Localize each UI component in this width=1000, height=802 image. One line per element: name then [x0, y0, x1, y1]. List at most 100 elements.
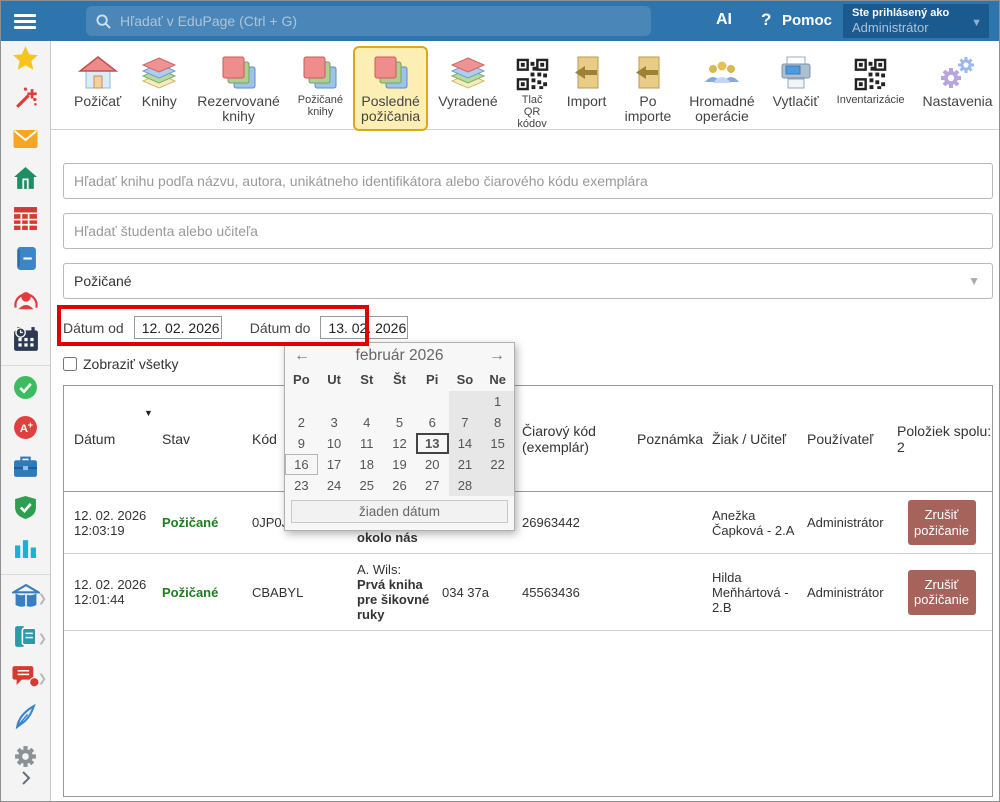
status-filter-select[interactable]: Požičané ▼ — [63, 263, 993, 299]
qr-icon — [516, 51, 549, 91]
toolbar-item-pozicat[interactable]: Požičať — [66, 46, 129, 115]
ai-button[interactable]: AI — [716, 11, 732, 29]
cancel-loan-button[interactable]: Zrušiť požičanie — [908, 570, 976, 615]
calendar-day-header: Ut — [318, 369, 351, 391]
sidebar-item-agenda[interactable] — [1, 450, 50, 490]
calendar-day-cell[interactable]: 12 — [383, 433, 416, 454]
toolbar-item-inventarizacie[interactable]: Inventarizácie — [829, 46, 913, 112]
toolbar-item-posledne-pozicania[interactable]: Posledné požičania — [353, 46, 428, 131]
sidebar-item-notebook[interactable] — [1, 241, 50, 281]
calendar-day-cell[interactable]: 2 — [285, 412, 318, 433]
toolbar-item-pozicane-knihy[interactable]: Požičané knihy — [290, 46, 351, 124]
gears-icon — [938, 51, 978, 91]
calendar-day-cell[interactable]: 1 — [481, 391, 514, 412]
column-header[interactable]: Stav — [152, 431, 242, 447]
calendar-day-cell[interactable]: 16 — [285, 454, 318, 475]
sidebar-item-attendance[interactable] — [1, 370, 50, 410]
calendar-week-row: 16171819202122 — [285, 454, 514, 475]
calendar-day-cell[interactable]: 14 — [449, 433, 482, 454]
calendar-day-cell[interactable]: 4 — [350, 412, 383, 433]
sidebar-item-documents[interactable]: ❯ — [1, 619, 50, 659]
calendar-day-cell[interactable]: 23 — [285, 475, 318, 496]
calendar-day-cell[interactable]: 20 — [416, 454, 449, 475]
calendar-day-cell[interactable]: 17 — [318, 454, 351, 475]
calendar-day-cell[interactable]: 8 — [481, 412, 514, 433]
calendar-day-cell[interactable]: 7 — [449, 412, 482, 433]
sidebar-item-statistics[interactable] — [1, 530, 50, 570]
documents-icon — [13, 624, 38, 654]
calendar-empty-cell — [350, 391, 383, 412]
calendar-prev-month-icon[interactable]: ← — [294, 347, 312, 365]
sidebar-item-profile[interactable] — [1, 281, 50, 321]
calendar-day-cell[interactable]: 25 — [350, 475, 383, 496]
calendar-day-cell[interactable]: 6 — [416, 412, 449, 433]
sidebar-item-home[interactable] — [1, 161, 50, 201]
magic-wand-icon — [13, 86, 38, 116]
toolbar-item-import[interactable]: Import — [559, 46, 615, 115]
toolbar-item-label: Import — [567, 94, 607, 109]
book-author: A. Wils: — [357, 562, 401, 577]
calendar-day-cell[interactable]: 28 — [449, 475, 482, 496]
barcode-cell: 45563436 — [512, 585, 627, 600]
calendar-day-cell[interactable]: 26 — [383, 475, 416, 496]
calendar-day-cell[interactable]: 13 — [416, 433, 449, 454]
calendar-day-cell[interactable]: 22 — [481, 454, 514, 475]
toolbar-item-nastavenia[interactable]: Nastavenia — [915, 46, 1000, 115]
calendar-day-cell[interactable]: 21 — [449, 454, 482, 475]
sidebar-item-mail[interactable] — [1, 121, 50, 161]
toolbar-item-vyradene[interactable]: Vyradené — [430, 46, 505, 115]
sidebar-item-messages[interactable]: ❯ — [1, 659, 50, 699]
sidebar-item-exams[interactable] — [1, 699, 50, 739]
sidebar-item-star[interactable] — [1, 41, 50, 81]
calendar-day-cell[interactable]: 5 — [383, 412, 416, 433]
calendar-clock-icon — [13, 326, 39, 357]
calendar-week-row: 232425262728 — [285, 475, 514, 496]
sidebar-item-timetable[interactable] — [1, 201, 50, 241]
calendar-next-month-icon[interactable]: → — [487, 347, 505, 365]
toolbar-item-hromadne-operacie[interactable]: Hromadné operácie — [681, 46, 762, 131]
barcode-cell: 26963442 — [512, 515, 627, 530]
sidebar-item-grades[interactable]: A+ — [1, 410, 50, 450]
help-button[interactable]: Pomoc — [782, 12, 832, 29]
toolbar-item-tlac-qr-kodov[interactable]: Tlač QR kódov — [508, 46, 557, 136]
table-header-row: Dátum▼StavKódČiarový kód (exemplár)Pozná… — [64, 386, 992, 492]
import-icon — [567, 51, 607, 91]
calendar-day-cell[interactable]: 19 — [383, 454, 416, 475]
date-to-input[interactable] — [320, 316, 408, 339]
student-search-input[interactable] — [63, 213, 993, 249]
calendar-no-date-button[interactable]: žiaden dátum — [291, 500, 508, 523]
sort-descending-icon[interactable]: ▼ — [144, 408, 153, 418]
sidebar: A+❯❯❯ — [1, 41, 51, 801]
global-search-input[interactable]: Hľadať v EduPage (Ctrl + G) — [86, 6, 651, 36]
column-header[interactable]: Dátum▼ — [64, 431, 152, 447]
logged-in-user-menu[interactable]: Ste prihlásený ako Administrátor ▼ — [843, 4, 989, 38]
calendar-day-cell[interactable]: 10 — [318, 433, 351, 454]
hamburger-menu-icon[interactable] — [14, 11, 38, 31]
sidebar-item-magic-wand[interactable] — [1, 81, 50, 121]
calendar-day-cell[interactable]: 3 — [318, 412, 351, 433]
sidebar-item-security[interactable] — [1, 490, 50, 530]
calendar-day-cell[interactable]: 24 — [318, 475, 351, 496]
sidebar-item-library[interactable]: ❯ — [1, 579, 50, 619]
help-icon[interactable]: ? — [761, 10, 771, 30]
loan-date-cell: 12. 02. 2026 12:01:44 — [64, 577, 152, 607]
book-stack-icon — [139, 51, 179, 91]
calendar-day-cell[interactable]: 9 — [285, 433, 318, 454]
date-from-input[interactable] — [134, 316, 222, 339]
toolbar-item-knihy[interactable]: Knihy — [131, 46, 187, 115]
toolbar-item-po-importe[interactable]: Po importe — [617, 46, 680, 131]
book-search-input[interactable] — [63, 163, 993, 199]
sidebar-item-calendar[interactable] — [1, 321, 50, 361]
squares-icon — [300, 51, 340, 91]
cancel-loan-button[interactable]: Zrušiť požičanie — [908, 500, 976, 545]
calendar-day-cell[interactable]: 11 — [350, 433, 383, 454]
calendar-day-header: So — [449, 369, 482, 391]
toolbar-item-vytlacit[interactable]: Vytlačiť — [765, 46, 827, 115]
sidebar-collapse-button[interactable] — [1, 763, 50, 793]
quill-icon — [13, 704, 38, 734]
toolbar-item-rezervovane-knihy[interactable]: Rezervované knihy — [189, 46, 288, 131]
calendar-day-cell[interactable]: 27 — [416, 475, 449, 496]
calendar-day-cell[interactable]: 15 — [481, 433, 514, 454]
show-all-checkbox[interactable] — [63, 357, 77, 371]
calendar-day-cell[interactable]: 18 — [350, 454, 383, 475]
